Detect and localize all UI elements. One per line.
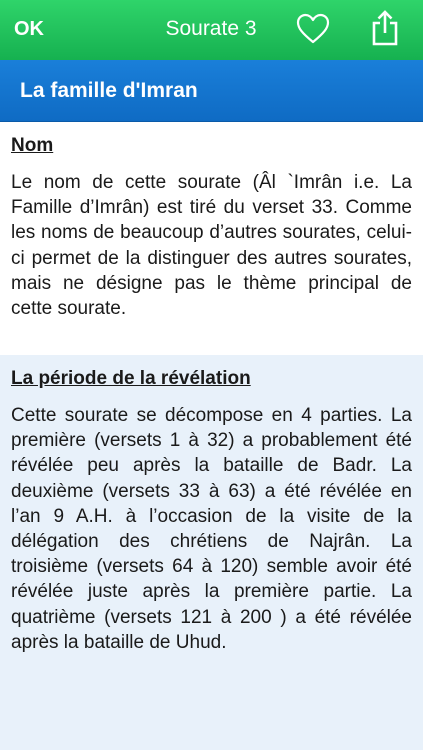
heart-outline-icon[interactable]: [296, 13, 330, 45]
surah-title: La famille d'Imran: [20, 79, 198, 102]
nav-title: Sourate 3: [165, 17, 257, 40]
section-body: Le nom de cette sourate (Âl `Imrân i.e. …: [11, 172, 412, 320]
section-heading: La période de la révélation: [11, 368, 251, 389]
section-revelation-period: La période de la révélation Cette sourat…: [0, 355, 423, 750]
section-nom: Nom Le nom de cette sourate (Âl `Imrân i…: [0, 122, 423, 355]
surah-title-bar: La famille d'Imran: [0, 60, 423, 122]
navigation-bar: OK Sourate 3: [0, 0, 423, 60]
share-icon[interactable]: [370, 9, 400, 47]
section-body: Cette sourate se décompose en 4 parties.…: [11, 405, 412, 653]
ok-button[interactable]: OK: [14, 17, 44, 41]
section-heading: Nom: [11, 135, 54, 156]
